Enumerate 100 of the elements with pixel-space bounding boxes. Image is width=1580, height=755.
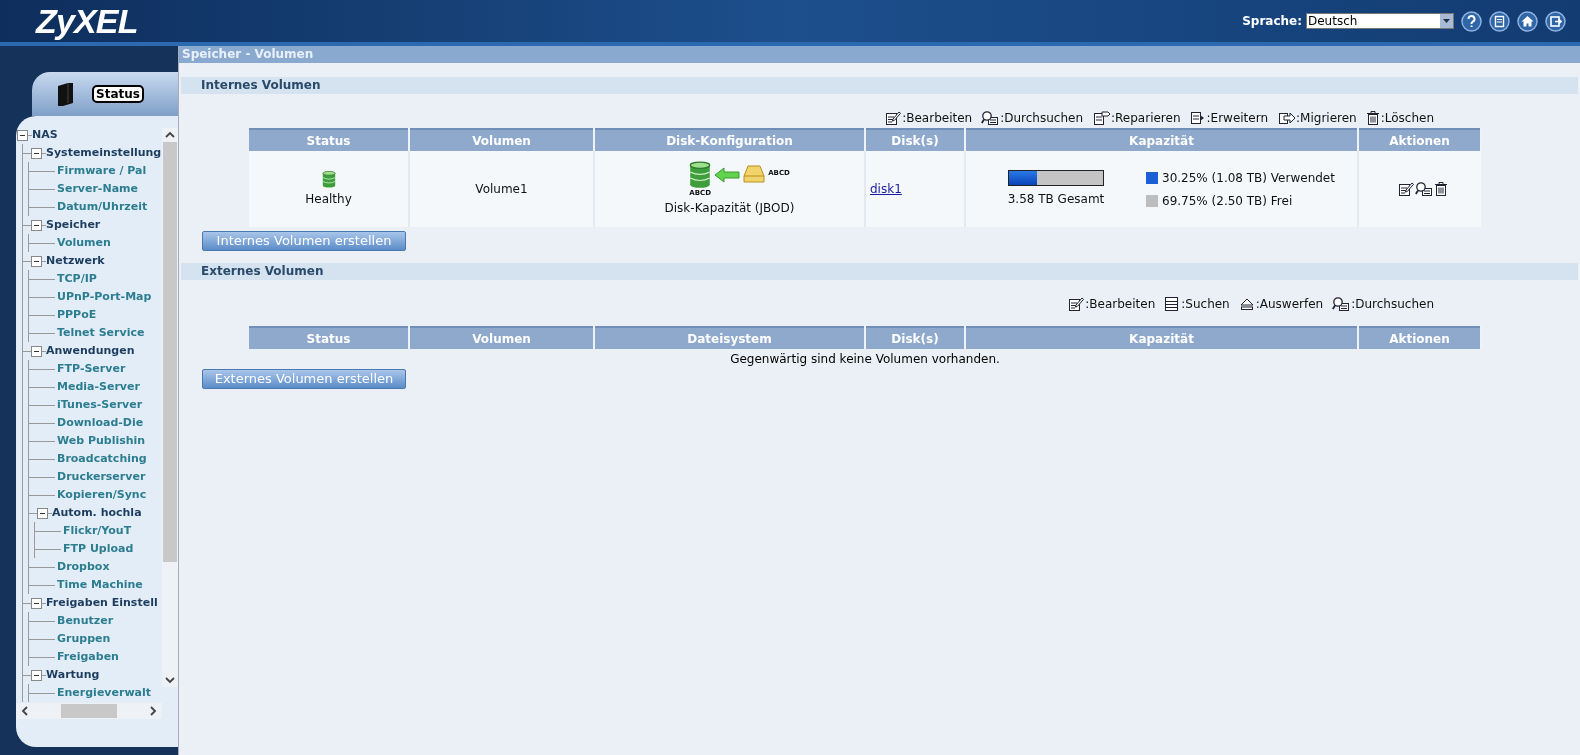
section-header: Externes Volumen [181, 263, 1578, 280]
search-icon [981, 110, 1000, 126]
collapse-toggle[interactable] [31, 219, 42, 231]
tree-item[interactable]: Energieverwalt [57, 684, 151, 702]
column-header: Volumen [409, 327, 594, 349]
eject-icon [1238, 296, 1255, 312]
database-icon [321, 170, 336, 188]
tree-item[interactable]: Firmware / Pal [57, 162, 147, 180]
legend-label: :Erweitern [1206, 110, 1269, 127]
column-header: Kapazität [965, 129, 1358, 151]
tree-item[interactable]: Druckerserver [57, 468, 146, 486]
collapse-toggle[interactable] [31, 147, 42, 159]
column-header: Disk(s) [865, 129, 965, 151]
column-header: Disk(s) [865, 327, 965, 349]
column-header: Aktionen [1358, 327, 1481, 349]
column-header: Aktionen [1358, 129, 1481, 151]
tree-group-label[interactable]: NAS [32, 126, 58, 144]
nas-device-icon [56, 82, 74, 106]
collapse-toggle[interactable] [31, 255, 42, 267]
collapse-toggle[interactable] [31, 669, 42, 681]
scrollbar-thumb[interactable] [61, 704, 117, 718]
tree-item[interactable]: Benutzer [57, 612, 114, 630]
collapse-toggle[interactable] [17, 129, 28, 141]
tree-group-label[interactable]: Anwendungen [46, 342, 135, 360]
search-icon [1332, 296, 1351, 312]
tree-item[interactable]: UPnP-Port-Map [57, 288, 152, 306]
tree-item[interactable]: Server-Name [57, 180, 138, 198]
tree-item[interactable]: Flickr/YouT [63, 522, 132, 540]
repair-icon [1092, 110, 1110, 126]
database-icon [689, 161, 712, 189]
legend-label: :Durchsuchen [1351, 296, 1434, 313]
page-title-bar: Speicher - Volumen [179, 46, 1580, 63]
tree-item[interactable]: TCP/IP [57, 270, 97, 288]
language-select[interactable]: Deutsch [1306, 13, 1454, 29]
tree-group-label[interactable]: Wartung [46, 666, 100, 684]
legend-label: :Reparieren [1111, 110, 1181, 127]
logout-icon[interactable] [1545, 10, 1566, 32]
column-header: Kapazität [965, 327, 1358, 349]
tree-item[interactable]: Broadcatching [57, 450, 147, 468]
legend-label: :Durchsuchen [1000, 110, 1083, 127]
legend-label: :Auswerfen [1255, 296, 1324, 313]
tree-item[interactable]: iTunes-Server [57, 396, 143, 414]
tree-item[interactable]: Time Machine [57, 576, 143, 594]
column-header: Dateisystem [594, 327, 865, 349]
volume-name: Volume1 [475, 182, 528, 196]
column-header: Status [249, 327, 409, 349]
capacity-total: 3.58 TB Gesamt [1007, 191, 1105, 208]
collapse-toggle[interactable] [31, 345, 42, 357]
vertical-scrollbar[interactable] [162, 128, 178, 687]
tree-item[interactable]: Download-Die [57, 414, 144, 432]
horizontal-scrollbar[interactable] [16, 703, 162, 719]
tree-item[interactable]: Media-Server [57, 378, 140, 396]
tree-item[interactable]: Kopieren/Sync [57, 486, 147, 504]
tree-item[interactable]: Volumen [57, 234, 111, 252]
scrollbar-thumb[interactable] [163, 142, 177, 562]
tree-group-label[interactable]: Freigaben Einstell [46, 594, 158, 612]
status-text: Healthy [305, 190, 352, 208]
logo: ZyXEL [36, 4, 138, 38]
create-volume-button[interactable]: Externes Volumen erstellen [202, 369, 406, 389]
legend-label: :Bearbeiten [902, 110, 973, 127]
column-header: Disk-Konfiguration [594, 129, 865, 151]
tree-item[interactable]: Dropbox [57, 558, 110, 576]
migrate-icon [1277, 110, 1296, 126]
legend-label: :Migrieren [1296, 110, 1357, 127]
list-icon [1164, 296, 1181, 312]
tree-item[interactable]: Web Publishin [57, 432, 146, 450]
chevron-left-icon[interactable] [20, 705, 30, 717]
help-icon[interactable] [1461, 10, 1482, 32]
legend-label: :Bearbeiten [1085, 296, 1156, 313]
collapse-toggle[interactable] [31, 597, 42, 609]
capacity-legend-text: 69.75% (2.50 TB) Frei [1162, 192, 1293, 210]
edit-icon [1068, 296, 1085, 312]
create-volume-button[interactable]: Internes Volumen erstellen [202, 231, 406, 251]
hard-drive-icon [743, 165, 766, 183]
trash-icon [1365, 110, 1380, 126]
tree-group-label[interactable]: Autom. hochla [52, 504, 142, 522]
tree-item[interactable]: FTP-Server [57, 360, 126, 378]
capacity-legend-text: 30.25% (1.08 TB) Verwendet [1162, 169, 1335, 187]
collapse-toggle[interactable] [37, 507, 48, 519]
tree-item[interactable]: FTP Upload [63, 540, 134, 558]
edit-icon [885, 110, 902, 126]
tree-item[interactable]: Gruppen [57, 630, 111, 648]
legend-label: :Löschen [1380, 110, 1434, 127]
tree-group-label[interactable]: Speicher [46, 216, 101, 234]
tree-item[interactable]: Freigaben [57, 648, 119, 666]
tree-group-label[interactable]: Systemeinstellung [46, 144, 162, 162]
document-icon[interactable] [1489, 10, 1510, 32]
arrow-left-icon [714, 167, 741, 183]
tree-item[interactable]: Telnet Service [57, 324, 145, 342]
trash-icon[interactable] [1434, 181, 1448, 197]
edit-icon[interactable] [1398, 181, 1414, 197]
column-header: Status [249, 129, 409, 151]
home-icon[interactable] [1517, 10, 1538, 32]
search-icon[interactable] [1415, 181, 1433, 197]
tree-item[interactable]: Datum/Uhrzeit [57, 198, 148, 216]
status-tab[interactable]: Status [32, 72, 178, 116]
tree-item[interactable]: PPPoE [57, 306, 97, 324]
tree-group-label[interactable]: Netzwerk [46, 252, 105, 270]
disk-link[interactable]: disk1 [870, 182, 902, 196]
chevron-right-icon[interactable] [148, 705, 158, 717]
